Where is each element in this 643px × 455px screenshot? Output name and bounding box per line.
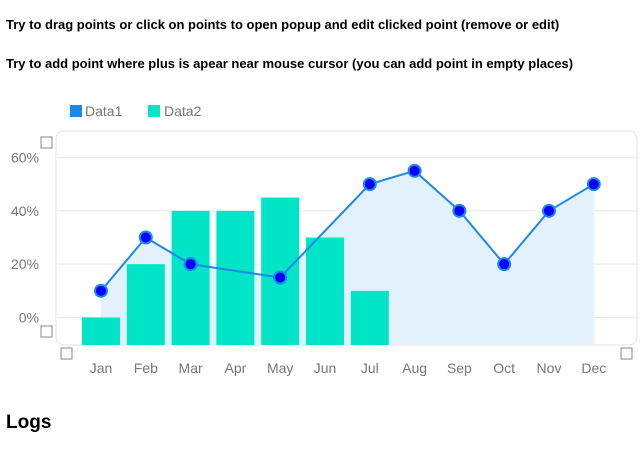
data1-point[interactable] bbox=[586, 177, 601, 192]
resize-handle-bottom-left[interactable] bbox=[40, 325, 53, 338]
y-axis-labels: 60% 40% 20% 0% bbox=[11, 150, 39, 326]
instruction-add-point: Try to add point where plus is apear nea… bbox=[6, 56, 574, 71]
data1-point[interactable] bbox=[542, 203, 556, 218]
legend-item-data2[interactable]: Data2 bbox=[148, 103, 202, 119]
legend-swatch-data2 bbox=[148, 105, 160, 117]
data1-point[interactable] bbox=[452, 203, 467, 218]
x-tick-label: Jun bbox=[314, 360, 337, 376]
resize-handle-bottom-axis-left[interactable] bbox=[60, 347, 73, 360]
resize-handle-bottom-right[interactable] bbox=[620, 347, 633, 360]
data1-point[interactable] bbox=[497, 257, 512, 272]
data2-bar[interactable] bbox=[216, 210, 255, 345]
data1-point[interactable] bbox=[362, 177, 377, 192]
chart-legend: Data1 Data2 bbox=[70, 103, 202, 119]
data2-bar[interactable] bbox=[82, 317, 120, 346]
data1-point[interactable] bbox=[183, 257, 198, 272]
legend-item-data1[interactable]: Data1 bbox=[70, 103, 123, 119]
y-tick-label: 0% bbox=[19, 310, 39, 326]
x-tick-label: Jul bbox=[361, 360, 379, 376]
y-tick-label: 40% bbox=[11, 203, 39, 219]
legend-swatch-data1 bbox=[70, 105, 82, 117]
instruction-drag-edit: Try to drag points or click on points to… bbox=[6, 17, 560, 32]
x-axis-labels: Jan Feb Mar Apr May Jun Jul Aug Sep Oct Nov Dec bbox=[90, 360, 607, 376]
x-tick-label: Aug bbox=[402, 360, 427, 376]
x-tick-label: May bbox=[267, 360, 293, 376]
legend-label-data2: Data2 bbox=[164, 103, 202, 119]
data2-bar[interactable] bbox=[126, 264, 165, 345]
resize-handle-top-left[interactable] bbox=[40, 136, 53, 149]
x-tick-label: Mar bbox=[179, 360, 203, 376]
line-bar-chart[interactable]: Data1 Data2 60%40%20%0% Jan Feb Mar Apr May J… bbox=[0, 95, 643, 385]
data1-point[interactable] bbox=[94, 283, 108, 298]
x-tick-label: Nov bbox=[537, 360, 562, 376]
data1-point[interactable] bbox=[407, 163, 422, 178]
data1-point[interactable] bbox=[273, 270, 288, 285]
data2-bar[interactable] bbox=[306, 237, 344, 345]
x-tick-label: Dec bbox=[581, 360, 606, 376]
y-tick-label: 60% bbox=[11, 150, 39, 166]
x-tick-label: Sep bbox=[447, 360, 472, 376]
x-tick-label: Jan bbox=[90, 360, 113, 376]
data2-bar[interactable] bbox=[171, 210, 210, 345]
legend-label-data1: Data1 bbox=[85, 103, 123, 119]
data2-bar[interactable] bbox=[350, 290, 389, 345]
x-tick-label: Feb bbox=[134, 360, 158, 376]
data1-point[interactable] bbox=[138, 230, 153, 245]
y-tick-label: 20% bbox=[11, 256, 39, 272]
x-tick-label: Oct bbox=[493, 360, 515, 376]
logs-heading: Logs bbox=[6, 412, 52, 433]
x-tick-label: Apr bbox=[225, 360, 247, 376]
